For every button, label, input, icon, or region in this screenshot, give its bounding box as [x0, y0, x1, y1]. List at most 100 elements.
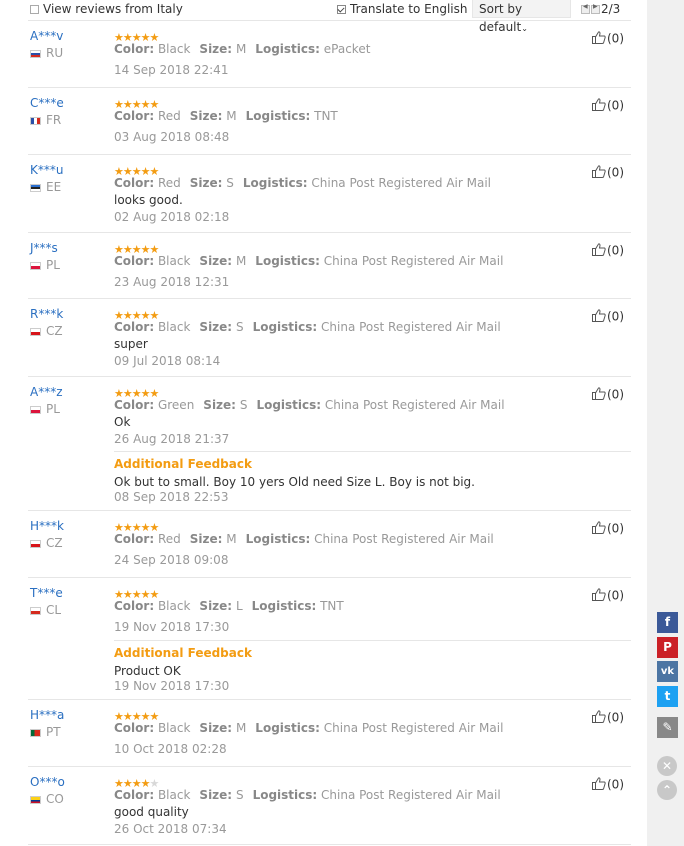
reviewer-name[interactable]: A***v: [30, 29, 63, 43]
logistics-value: TNT: [320, 599, 344, 613]
thumbs-up-icon[interactable]: [592, 165, 606, 181]
review-item: K***u EE ★★★★★ Color: Red Size: S Logistics: …: [28, 155, 631, 233]
color-value: Black: [157, 788, 191, 802]
country-flag-icon: [30, 183, 41, 192]
country-code: PL: [46, 402, 60, 416]
country-flag-icon: [30, 261, 41, 270]
color-value: Red: [157, 176, 181, 190]
size-value: S: [235, 320, 244, 334]
review-date: 09 Jul 2018 08:14: [114, 354, 221, 368]
logistics-label: Logistics:: [255, 254, 320, 268]
review-date: 24 Sep 2018 09:08: [114, 553, 229, 567]
helpful-button[interactable]: (0): [592, 98, 624, 114]
country-flag-icon: [30, 728, 41, 737]
country-flag-icon: [30, 795, 41, 804]
size-value: M: [235, 721, 247, 735]
helpful-count: (0): [607, 521, 624, 536]
review-item: J***s PL ★★★★★ Color: Black Size: M Logistics…: [28, 233, 631, 299]
size-value: M: [226, 532, 237, 546]
reviewer-name[interactable]: H***a: [30, 708, 64, 722]
reviewer-name[interactable]: H***k: [30, 519, 64, 533]
helpful-count: (0): [607, 710, 624, 725]
thumbs-up-icon[interactable]: [592, 31, 606, 47]
additional-feedback-date: 08 Sep 2018 22:53: [114, 490, 229, 504]
pinterest-share-icon[interactable]: P: [657, 637, 678, 658]
page-indicator: 2/3: [601, 2, 621, 16]
color-value: Black: [157, 42, 191, 56]
size-label: Size:: [199, 721, 233, 735]
translate-checkbox[interactable]: [337, 5, 346, 14]
review-comment: Ok: [114, 415, 131, 429]
country-code: CZ: [46, 324, 63, 338]
reviewer-country: FR: [30, 113, 61, 127]
reviewer-country: CO: [30, 792, 64, 806]
view-reviews-filter[interactable]: View reviews from Italy: [30, 2, 183, 16]
helpful-button[interactable]: (0): [592, 243, 624, 259]
feedback-divider: [114, 451, 631, 452]
size-value: S: [239, 398, 248, 412]
helpful-button[interactable]: (0): [592, 521, 624, 537]
thumbs-up-icon[interactable]: [592, 521, 606, 537]
helpful-button[interactable]: (0): [592, 777, 624, 793]
review-item: H***a PT ★★★★★ Color: Black Size: M Logistics…: [28, 700, 631, 767]
review-comment: looks good.: [114, 193, 183, 207]
reviewer-name[interactable]: K***u: [30, 163, 63, 177]
logistics-label: Logistics:: [256, 398, 322, 412]
reviewer-name[interactable]: O***o: [30, 775, 65, 789]
thumbs-up-icon[interactable]: [592, 710, 606, 726]
additional-feedback-title: Additional Feedback: [114, 646, 252, 660]
vk-share-icon[interactable]: vk: [657, 661, 678, 682]
close-icon[interactable]: ✕: [657, 756, 677, 776]
prev-page-icon[interactable]: ◀: [581, 3, 590, 14]
review-date: 03 Aug 2018 08:48: [114, 130, 230, 144]
review-date: 19 Nov 2018 17:30: [114, 620, 230, 634]
reviewer-name[interactable]: R***k: [30, 307, 63, 321]
thumbs-up-icon[interactable]: [592, 777, 606, 793]
reviewer-name[interactable]: A***z: [30, 385, 63, 399]
review-attributes: Color: Black Size: M Logistics: China Post…: [114, 721, 512, 735]
size-label: Size:: [199, 320, 233, 334]
size-value: L: [235, 599, 243, 613]
helpful-button[interactable]: (0): [592, 165, 624, 181]
helpful-button[interactable]: (0): [592, 31, 624, 47]
reviewer-country: PL: [30, 258, 60, 272]
helpful-button[interactable]: (0): [592, 588, 624, 604]
next-page-icon[interactable]: ▶: [591, 3, 600, 14]
country-code: EE: [46, 180, 62, 194]
helpful-button[interactable]: (0): [592, 387, 624, 403]
logistics-label: Logistics:: [252, 788, 318, 802]
translate-toggle[interactable]: Translate to English: [337, 2, 468, 16]
reviewer-name[interactable]: C***e: [30, 96, 64, 110]
country-code: CO: [46, 792, 64, 806]
helpful-count: (0): [607, 165, 624, 180]
twitter-share-icon[interactable]: t: [657, 686, 678, 707]
reviewer-name[interactable]: J***s: [30, 241, 58, 255]
helpful-count: (0): [607, 588, 624, 603]
thumbs-up-icon[interactable]: [592, 588, 606, 604]
helpful-button[interactable]: (0): [592, 309, 624, 325]
facebook-share-icon[interactable]: f: [657, 612, 678, 633]
thumbs-up-icon[interactable]: [592, 98, 606, 114]
country-flag-icon: [30, 606, 41, 615]
size-label: Size:: [199, 42, 233, 56]
thumbs-up-icon[interactable]: [592, 243, 606, 259]
edit-icon[interactable]: ✎: [657, 717, 678, 738]
thumbs-up-icon[interactable]: [592, 387, 606, 403]
review-date: 26 Oct 2018 07:34: [114, 822, 227, 836]
helpful-button[interactable]: (0): [592, 710, 624, 726]
view-reviews-checkbox[interactable]: [30, 5, 39, 14]
additional-feedback-title: Additional Feedback: [114, 457, 252, 471]
thumbs-up-icon[interactable]: [592, 309, 606, 325]
review-comment: good quality: [114, 805, 189, 819]
reviewer-name[interactable]: T***e: [30, 586, 63, 600]
review-comment: super: [114, 337, 148, 351]
logistics-label: Logistics:: [255, 721, 320, 735]
country-flag-icon: [30, 116, 41, 125]
back-to-top-icon[interactable]: ⌃: [657, 780, 677, 800]
size-label: Size:: [189, 532, 223, 546]
logistics-label: Logistics:: [242, 176, 308, 190]
review-date: 02 Aug 2018 02:18: [114, 210, 230, 224]
feedback-divider: [114, 640, 631, 641]
sort-dropdown[interactable]: Sort by default⌄: [472, 0, 571, 34]
logistics-label: Logistics:: [252, 320, 318, 334]
